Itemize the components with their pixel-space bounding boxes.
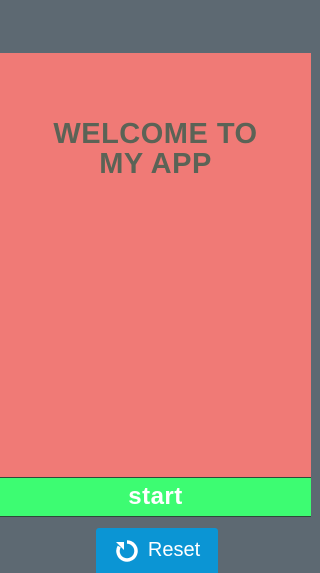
reset-button[interactable]: Reset: [96, 528, 218, 573]
app-screen: WELCOME TO MY APP: [0, 53, 311, 477]
welcome-title: WELCOME TO MY APP: [53, 118, 258, 180]
start-button-label: start: [128, 483, 183, 510]
refresh-icon: [114, 538, 140, 564]
reset-button-label: Reset: [147, 539, 201, 561]
start-button[interactable]: start: [0, 477, 311, 517]
top-bar: [0, 0, 311, 53]
